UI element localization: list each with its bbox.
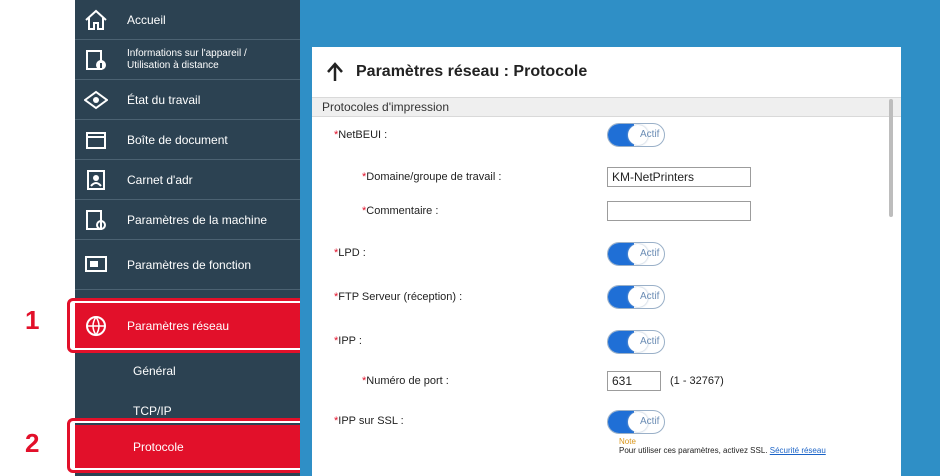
nav-machine-settings[interactable]: Paramètres de la machine bbox=[75, 200, 300, 240]
commentaire-label: Commentaire : bbox=[366, 205, 439, 217]
callout-box-2 bbox=[67, 418, 307, 473]
row-lpd: *LPD : bbox=[334, 247, 366, 259]
row-ipp-ssl: *IPP sur SSL : bbox=[334, 415, 404, 427]
callout-box-1 bbox=[67, 298, 307, 353]
nav-job-status-label: État du travail bbox=[127, 92, 201, 107]
nav-machine-settings-label: Paramètres de la machine bbox=[127, 212, 268, 227]
domaine-input[interactable]: KM-NetPrinters bbox=[607, 167, 751, 187]
panel-header: Paramètres réseau : Protocole bbox=[312, 47, 901, 98]
callout-number-1: 1 bbox=[25, 305, 40, 335]
section-title: Protocoles d'impression bbox=[312, 98, 901, 117]
network-security-link[interactable]: Sécurité réseau bbox=[770, 446, 826, 455]
subnav-general[interactable]: Général bbox=[75, 352, 300, 392]
nav-document-box[interactable]: Boîte de document bbox=[75, 120, 300, 160]
toggle-label: Actif bbox=[640, 129, 660, 140]
folder-icon bbox=[83, 127, 109, 153]
back-arrow-icon[interactable] bbox=[324, 61, 346, 83]
callout-number-2: 2 bbox=[25, 428, 40, 458]
row-netbeui: *NetBEUI : bbox=[334, 129, 387, 141]
home-icon bbox=[83, 7, 109, 33]
row-port: *Numéro de port : bbox=[362, 375, 449, 387]
address-book-icon bbox=[83, 167, 109, 193]
nav-function-settings-label: Paramètres de fonction bbox=[127, 257, 252, 272]
ftp-label: FTP Serveur (réception) : bbox=[338, 291, 463, 303]
toggle-label: Actif bbox=[640, 248, 660, 259]
row-commentaire: *Commentaire : bbox=[362, 205, 438, 217]
toggle-label: Actif bbox=[640, 291, 660, 302]
settings-panel: Paramètres réseau : Protocole Protocoles… bbox=[312, 47, 901, 476]
device-info-icon bbox=[83, 47, 109, 73]
port-input[interactable]: 631 bbox=[607, 371, 661, 391]
commentaire-input[interactable] bbox=[607, 201, 751, 221]
subnav-tcpip-label: TCP/IP bbox=[133, 404, 172, 418]
note: Note Pour utiliser ces paramètres, activ… bbox=[619, 437, 826, 455]
port-range: (1 - 32767) bbox=[670, 375, 724, 387]
machine-settings-icon bbox=[83, 207, 109, 233]
ipp-toggle[interactable]: Actif bbox=[607, 330, 665, 354]
toggle-label: Actif bbox=[640, 336, 660, 347]
lpd-label: LPD : bbox=[338, 247, 366, 259]
netbeui-toggle[interactable]: Actif bbox=[607, 123, 665, 147]
note-label: Note bbox=[619, 437, 636, 446]
page-title: Paramètres réseau : Protocole bbox=[356, 63, 588, 80]
row-ipp: *IPP : bbox=[334, 335, 362, 347]
subnav-general-label: Général bbox=[133, 364, 176, 378]
nav-job-status[interactable]: État du travail bbox=[75, 80, 300, 120]
ipp-ssl-label: IPP sur SSL : bbox=[338, 415, 404, 427]
row-domaine: *Domaine/groupe de travail : bbox=[362, 171, 501, 183]
nav-address-book[interactable]: Carnet d'adr bbox=[75, 160, 300, 200]
row-ftp: *FTP Serveur (réception) : bbox=[334, 291, 462, 303]
nav-home-label: Accueil bbox=[127, 12, 166, 27]
scrollbar[interactable] bbox=[889, 99, 893, 217]
note-text: Pour utiliser ces paramètres, activez SS… bbox=[619, 446, 768, 455]
ipp-ssl-toggle[interactable]: Actif bbox=[607, 410, 665, 434]
nav-device-info-label: Informations sur l'appareil / Utilisatio… bbox=[127, 47, 247, 71]
domaine-label: Domaine/groupe de travail : bbox=[366, 171, 502, 183]
netbeui-label: NetBEUI : bbox=[338, 129, 388, 141]
nav-device-info[interactable]: Informations sur l'appareil / Utilisatio… bbox=[75, 40, 300, 80]
port-label: Numéro de port : bbox=[366, 375, 449, 387]
nav-home[interactable]: Accueil bbox=[75, 0, 300, 40]
ftp-toggle[interactable]: Actif bbox=[607, 285, 665, 309]
sidebar: Accueil Informations sur l'appareil / Ut… bbox=[75, 0, 300, 476]
lpd-toggle[interactable]: Actif bbox=[607, 242, 665, 266]
ipp-label: IPP : bbox=[338, 335, 362, 347]
nav-document-box-label: Boîte de document bbox=[127, 132, 228, 147]
nav-address-book-label: Carnet d'adr bbox=[127, 172, 193, 187]
function-settings-icon bbox=[83, 252, 109, 278]
toggle-label: Actif bbox=[640, 416, 660, 427]
nav-function-settings[interactable]: Paramètres de fonction bbox=[75, 240, 300, 290]
eye-icon bbox=[83, 87, 109, 113]
